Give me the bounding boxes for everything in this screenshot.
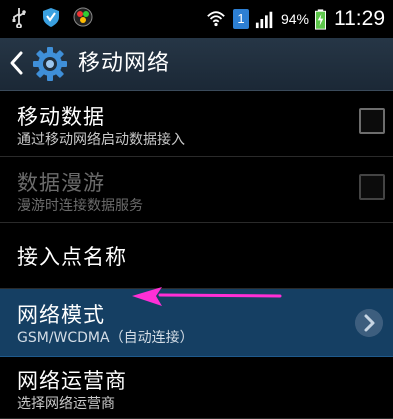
page-title: 移动网络 (78, 51, 171, 76)
action-bar: 移动网络 (0, 38, 393, 91)
shield-icon (43, 8, 59, 27)
list-item-network-operators[interactable]: 网络运营商 选择网络运营商 (0, 357, 393, 419)
status-bar: 1 94% 11:29 (0, 0, 393, 38)
notification-icons (8, 6, 94, 28)
app-icon (73, 7, 93, 27)
list-item-mobile-data[interactable]: 移动数据 通过移动网络启动数据接入 (0, 91, 393, 157)
list-item-access-point-names[interactable]: 接入点名称 (0, 223, 393, 289)
back-icon[interactable] (8, 50, 24, 76)
list-item-subtitle: GSM/WCDMA（自动连接） (17, 330, 194, 346)
list-item-subtitle: 选择网络运营商 (17, 396, 115, 412)
list-item-title: 移动数据 (17, 105, 105, 129)
annotation-arrow-icon (132, 287, 282, 306)
list-item-subtitle: 漫游时连接数据服务 (17, 198, 143, 214)
list-item-title: 接入点名称 (17, 245, 127, 269)
system-icons: 1 94% 11:29 (205, 5, 385, 33)
list-item-data-roaming: 数据漫游 漫游时连接数据服务 (0, 157, 393, 223)
mobile-data-checkbox[interactable] (359, 108, 385, 134)
list-item-title: 数据漫游 (17, 171, 105, 195)
list-item-title: 网络运营商 (17, 369, 127, 393)
usb-icon (12, 8, 26, 28)
signal-icon (255, 11, 273, 29)
screen: 1 94% 11:29 移动网络 移动数据 通过移动网络启动数据接入 数据漫游 … (0, 0, 393, 419)
settings-list: 移动数据 通过移动网络启动数据接入 数据漫游 漫游时连接数据服务 接入点名称 网… (0, 91, 393, 419)
battery-icon (315, 8, 326, 30)
sim-icon: 1 (232, 9, 249, 29)
data-roaming-checkbox (359, 174, 385, 200)
wifi-icon (207, 11, 225, 27)
list-item-subtitle: 通过移动网络启动数据接入 (17, 132, 185, 148)
clock: 11:29 (334, 7, 385, 30)
chevron-right-icon (355, 309, 383, 337)
list-item-title: 网络模式 (17, 303, 105, 327)
battery-percent: 94% (280, 11, 309, 27)
gear-icon (33, 47, 67, 81)
